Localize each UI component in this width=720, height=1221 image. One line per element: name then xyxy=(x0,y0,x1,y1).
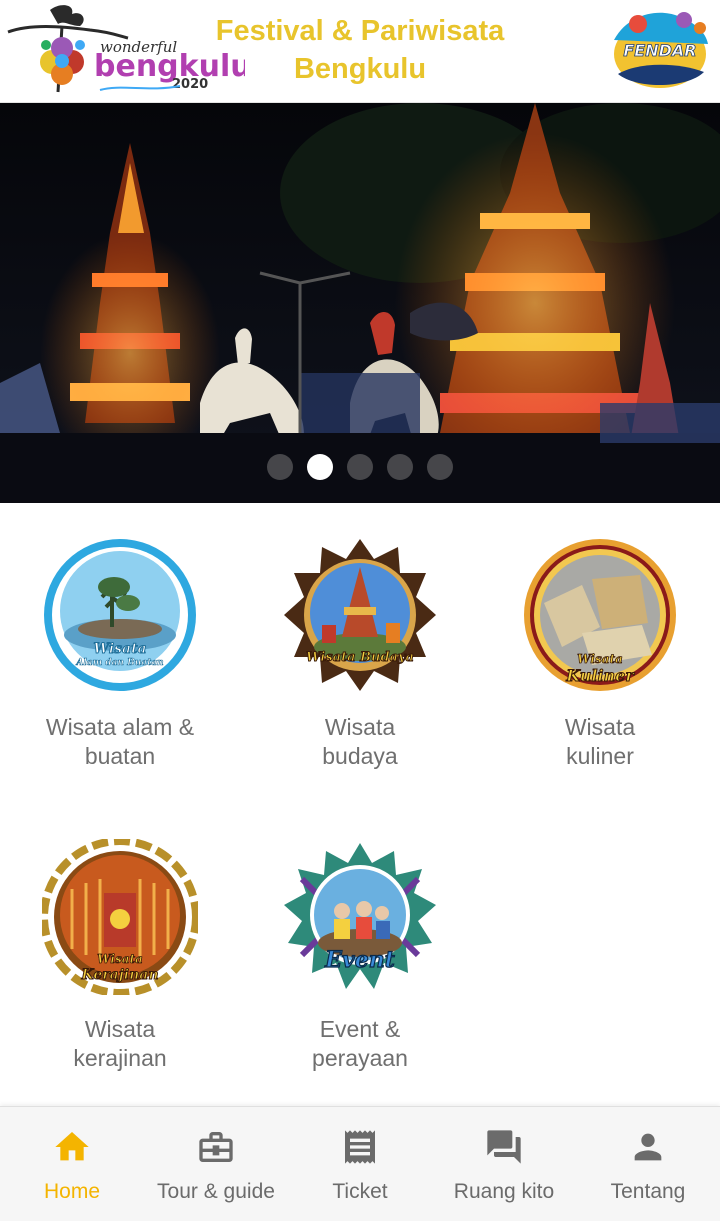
culinary-emblem-icon: Wisata Kuliner xyxy=(524,539,676,691)
app-header: wonderful bengkulu 2020 Festival & Pariw… xyxy=(0,0,720,103)
category-grid: Wisata Alam dan Buatan Wisata alam & bua… xyxy=(0,503,720,1103)
carousel-indicators xyxy=(0,454,720,480)
category-label-line2: buatan xyxy=(84,743,156,769)
app-title-line1: Festival & Pariwisata xyxy=(215,15,505,47)
nature-emblem-sub: Alam dan Buatan xyxy=(75,658,163,668)
category-tile-nature[interactable]: Wisata Alam dan Buatan Wisata alam & bua… xyxy=(0,503,240,803)
nav-ruang-kito[interactable]: Ruang kito xyxy=(432,1107,576,1221)
category-label-line2: perayaan xyxy=(312,1045,408,1071)
event-emblem-icon: Event xyxy=(284,843,436,989)
category-label: Wisata budaya xyxy=(250,713,470,771)
home-icon xyxy=(55,1132,89,1161)
category-label: Wisata kuliner xyxy=(490,713,710,771)
bottom-navigation: Home Tour & guide Ticket Ruang kito Tent… xyxy=(0,1106,720,1221)
briefcase-icon xyxy=(199,1132,233,1162)
category-tile-culinary[interactable]: Wisata Kuliner Wisata kuliner xyxy=(480,503,720,803)
banner-carousel[interactable] xyxy=(0,103,720,503)
carousel-dot[interactable] xyxy=(347,454,373,480)
nav-tentang[interactable]: Tentang xyxy=(576,1107,720,1221)
category-label-line2: kuliner xyxy=(566,743,634,769)
category-label-line1: Wisata xyxy=(564,714,636,740)
nav-tour-guide[interactable]: Tour & guide xyxy=(144,1107,288,1221)
fendar-logo-text: FENDAR xyxy=(623,41,696,60)
craft-emblem-title: Wisata xyxy=(97,952,143,966)
category-tile-culture[interactable]: Wisata Budaya Wisata budaya xyxy=(240,503,480,803)
nav-ticket-label: Ticket xyxy=(332,1180,388,1203)
category-label-line1: Wisata xyxy=(84,1016,156,1042)
app-title-line2: Bengkulu xyxy=(293,53,427,85)
culinary-emblem-title: Wisata xyxy=(577,652,623,666)
festival-night-photo xyxy=(0,103,720,503)
nav-home[interactable]: Home xyxy=(0,1107,144,1221)
carousel-dot-active[interactable] xyxy=(307,454,333,480)
carousel-dot[interactable] xyxy=(267,454,293,480)
category-label-line1: Wisata alam & xyxy=(45,714,195,740)
chat-icon xyxy=(487,1130,521,1164)
category-label-line1: Wisata xyxy=(324,714,396,740)
category-tile-craft[interactable]: Wisata Kerajinan Wisata kerajinan xyxy=(0,805,240,1105)
culture-emblem-icon: Wisata Budaya xyxy=(284,539,436,691)
nav-tentang-label: Tentang xyxy=(610,1180,686,1203)
carousel-dot[interactable] xyxy=(427,454,453,480)
ticket-icon xyxy=(345,1130,375,1164)
category-label-line1: Event & xyxy=(319,1016,401,1042)
event-emblem-title: Event xyxy=(324,947,395,973)
carousel-dot[interactable] xyxy=(387,454,413,480)
category-label: Wisata kerajinan xyxy=(10,1015,230,1073)
nav-home-label: Home xyxy=(43,1180,101,1203)
nav-ruang-kito-label: Ruang kito xyxy=(453,1180,555,1203)
nature-emblem-title: Wisata xyxy=(93,641,146,657)
category-label-line2: kerajinan xyxy=(73,1045,167,1071)
nav-ticket[interactable]: Ticket xyxy=(288,1107,432,1221)
person-icon xyxy=(634,1133,662,1161)
nature-emblem-icon: Wisata Alam dan Buatan xyxy=(44,539,196,691)
category-tile-event[interactable]: Event Event & perayaan xyxy=(240,805,480,1105)
culinary-emblem-sub: Kuliner xyxy=(565,666,635,685)
category-label: Event & perayaan xyxy=(250,1015,470,1073)
category-label-line2: budaya xyxy=(322,743,398,769)
craft-emblem-sub: Kerajinan xyxy=(80,967,158,983)
culture-emblem-title: Wisata Budaya xyxy=(306,650,414,665)
nav-tour-guide-label: Tour & guide xyxy=(157,1180,275,1203)
craft-emblem-icon: Wisata Kerajinan xyxy=(42,839,198,995)
category-label: Wisata alam & buatan xyxy=(10,713,230,771)
fendar-logo: FENDAR xyxy=(614,12,708,88)
app-title: Festival & Pariwisata Bengkulu xyxy=(190,12,530,88)
